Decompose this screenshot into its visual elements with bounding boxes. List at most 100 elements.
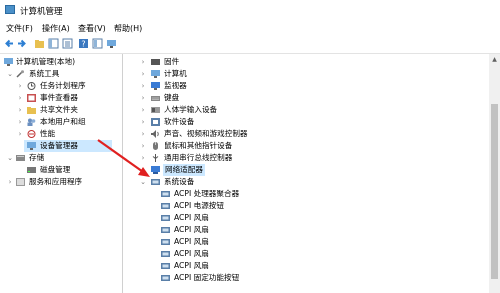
device-item[interactable]: ACPI 风扇 [161,236,461,248]
device-item[interactable]: ACPI 风扇 [161,260,461,272]
device-category-hid[interactable]: › 人体学输入设备 [139,104,469,116]
menu-bar: 文件(F) 操作(A) 查看(V) 帮助(H) [0,20,500,35]
up-folder-icon[interactable] [34,38,45,49]
device-manager-icon [27,142,36,150]
scrollbar-thumb[interactable] [491,104,498,279]
menu-action[interactable]: 操作(A) [42,23,70,34]
back-icon[interactable] [4,38,15,49]
scroll-up-icon[interactable]: ▲ [489,54,500,65]
chevron-right-icon[interactable]: › [139,128,147,140]
device-category-usb[interactable]: › 通用串行总线控制器 [139,152,469,164]
device-category-computer[interactable]: › 计算机 [139,68,469,80]
chevron-down-icon[interactable]: ⌄ [6,152,14,164]
chevron-right-icon[interactable]: › [16,128,24,140]
system-device-icon [161,215,170,221]
chevron-right-icon[interactable]: › [139,116,147,128]
device-list: › 固件 › 计算机 › 监视器 › 键盘 › 人体学输入设备 › 软件设备 ›… [123,54,488,293]
show-hide-tree-icon[interactable] [48,38,59,49]
performance-icon [27,130,36,138]
device-category-monitor[interactable]: › 监视器 [139,80,469,92]
chevron-right-icon[interactable]: › [16,92,24,104]
system-device-icon [161,263,170,269]
view-icon[interactable] [92,38,103,49]
system-device-icon [161,275,170,281]
svg-text:?: ? [81,40,85,49]
device-category-firmware[interactable]: › 固件 [139,56,469,68]
tree-item-local-users[interactable]: › 本地用户和组 [2,116,120,128]
services-icon [16,178,25,186]
shared-folder-icon [27,107,36,114]
speaker-icon [151,130,159,138]
tree-item-storage[interactable]: ⌄ 存储 [2,152,120,164]
properties-icon[interactable] [62,38,73,49]
tree-item-system-tools[interactable]: ⌄ 系统工具 [2,68,120,80]
tree-item-event-viewer[interactable]: › 事件查看器 [2,92,120,104]
tree-root[interactable]: 计算机管理(本地) [2,56,120,68]
firmware-icon [151,59,160,65]
monitor-icon [151,82,160,90]
system-device-icon [161,227,170,233]
chevron-right-icon[interactable]: › [139,164,147,176]
system-device-icon [161,203,170,209]
tree-item-task-scheduler[interactable]: › 任务计划程序 [2,80,120,92]
clock-icon [27,82,36,90]
menu-file[interactable]: 文件(F) [6,23,33,34]
chevron-right-icon[interactable]: › [16,116,24,128]
software-device-icon [151,118,160,126]
tree-item-disk-management[interactable]: 磁盘管理 [2,164,120,176]
tree-item-shared-folders[interactable]: › 共享文件夹 [2,104,120,116]
device-item[interactable]: ACPI 风扇 [161,224,461,236]
computer-icon [151,70,160,78]
chevron-right-icon[interactable]: › [139,80,147,92]
chevron-right-icon[interactable]: › [139,152,147,164]
device-item[interactable]: ACPI 固定功能按钮 [161,272,461,284]
device-item[interactable]: ACPI 处理器聚合器 [161,188,461,200]
chevron-down-icon[interactable]: ⌄ [6,68,14,80]
title-bar: 计算机管理 [0,0,500,20]
navigation-tree: 计算机管理(本地) ⌄ 系统工具 › 任务计划程序 › 事件查看器 › 共享文件… [0,54,123,293]
event-viewer-icon [27,94,36,102]
device-item[interactable]: ACPI 风扇 [161,248,461,260]
chevron-down-icon[interactable]: ⌄ [139,176,147,188]
chevron-right-icon[interactable]: › [139,92,147,104]
chevron-right-icon[interactable]: › [139,104,147,116]
chevron-right-icon[interactable]: › [16,104,24,116]
menu-view[interactable]: 查看(V) [78,23,106,34]
forward-icon[interactable] [16,38,27,49]
device-category-network-adapters[interactable]: › 网络适配器 [139,164,469,176]
update-driver-icon[interactable] [106,38,117,49]
network-adapter-icon [151,166,160,174]
vertical-scrollbar[interactable]: ▲ [489,54,500,293]
menu-help[interactable]: 帮助(H) [114,23,142,34]
chevron-right-icon[interactable]: › [6,176,14,188]
keyboard-icon [151,96,160,101]
device-item[interactable]: ACPI 风扇 [161,212,461,224]
system-device-icon [161,191,170,197]
hid-icon [151,107,160,113]
computer-management-icon [5,5,15,14]
system-device-icon [161,251,170,257]
device-category-system-devices[interactable]: ⌄ 系统设备 [139,176,469,188]
tree-item-performance[interactable]: › 性能 [2,128,120,140]
device-category-keyboard[interactable]: › 键盘 [139,92,469,104]
chevron-right-icon[interactable]: › [139,68,147,80]
chevron-right-icon[interactable]: › [16,80,24,92]
storage-icon [16,155,25,161]
window-title: 计算机管理 [20,7,63,17]
usb-icon [152,154,159,162]
tree-item-services[interactable]: › 服务和应用程序 [2,176,120,188]
users-icon [27,118,36,126]
device-category-software[interactable]: › 软件设备 [139,116,469,128]
tree-item-device-manager[interactable]: 设备管理器 [24,140,112,152]
device-category-mouse[interactable]: › 鼠标和其他指针设备 [139,140,469,152]
disk-icon [27,167,36,173]
system-devices-icon [151,179,160,185]
chevron-right-icon[interactable]: › [139,140,147,152]
system-device-icon [161,239,170,245]
help-icon[interactable]: ? [78,38,89,49]
device-item[interactable]: ACPI 电源按钮 [161,200,461,212]
device-category-sound[interactable]: › 声音、视频和游戏控制器 [139,128,469,140]
chevron-right-icon[interactable]: › [139,56,147,68]
tools-icon [16,70,24,78]
computer-icon [4,58,13,66]
